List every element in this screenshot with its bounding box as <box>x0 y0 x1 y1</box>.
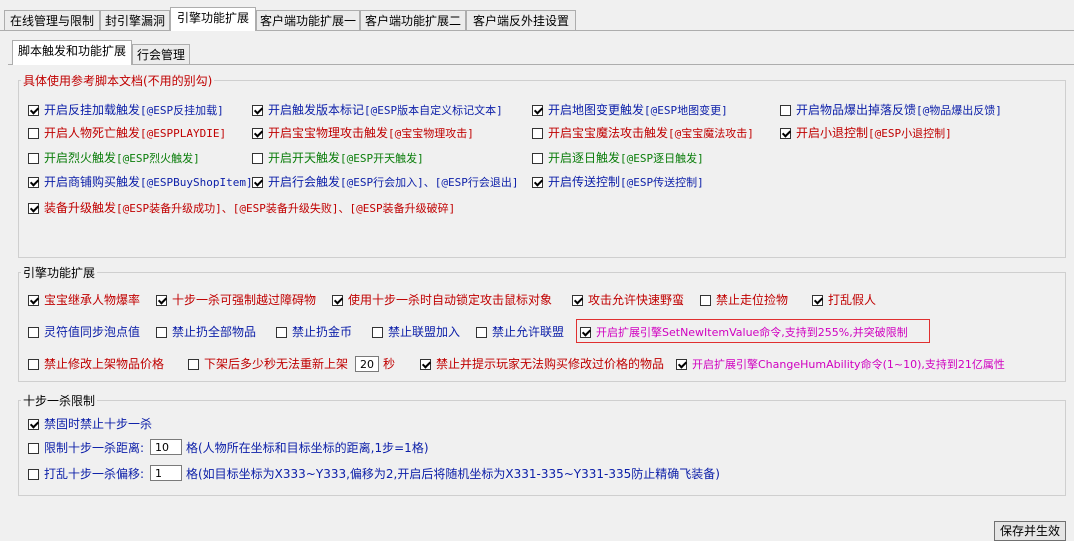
checkbox-no-drop-all-items[interactable]: 禁止扔全部物品 <box>156 324 256 340</box>
checkbox-fast-barbarian[interactable]: 攻击允许快速野蛮 <box>572 292 684 308</box>
checkbox-teleport-control[interactable]: 开启传送控制[@ESP传送控制] <box>532 174 704 190</box>
tab-client-extension-1[interactable]: 客户端功能扩展一 <box>256 10 360 30</box>
checkbox-shuffle-ten-step-offset[interactable]: 打乱十步一杀偏移: <box>28 466 144 482</box>
checkbox-limit-ten-step-distance[interactable]: 限制十步一杀距离: <box>28 440 144 456</box>
checkbox-change-hum-ability[interactable]: 开启扩展引擎ChangeHumAbility命令(1~10),支持到21亿属性 <box>676 356 1005 372</box>
checkbox-sun-trigger[interactable]: 开启逐日触发[@ESP逐日触发] <box>532 150 704 166</box>
tab-engine-extension[interactable]: 引擎功能扩展 <box>170 7 256 31</box>
checkbox-icon[interactable] <box>532 153 543 164</box>
checkbox-icon[interactable] <box>780 128 791 139</box>
checkbox-icon[interactable] <box>532 128 543 139</box>
checkbox-icon[interactable] <box>156 327 167 338</box>
checkbox-no-drop-gold[interactable]: 禁止扔金币 <box>276 324 352 340</box>
tab-panel-border <box>0 30 1074 31</box>
checkbox-no-alliance-join[interactable]: 禁止联盟加入 <box>372 324 460 340</box>
checkbox-icon[interactable] <box>28 128 39 139</box>
checkbox-icon[interactable] <box>28 327 39 338</box>
checkbox-pet-physical-attack[interactable]: 开启宝宝物理攻击触发[@宝宝物理攻击] <box>252 125 474 141</box>
checkbox-icon[interactable] <box>156 295 167 306</box>
checkbox-no-ten-step-when-frozen[interactable]: 禁固时禁止十步一杀 <box>28 416 152 432</box>
checkbox-fire-trigger[interactable]: 开启烈火触发[@ESP烈火触发] <box>28 150 200 166</box>
checkbox-equip-upgrade[interactable]: 装备升级触发[@ESP装备升级成功]、[@ESP装备升级失败]、[@ESP装备升… <box>28 200 455 216</box>
checkbox-shop-buy[interactable]: 开启商铺购买触发[@ESPBuyShopItem] <box>28 174 253 190</box>
checkbox-icon[interactable] <box>532 105 543 116</box>
checkbox-icon[interactable] <box>188 359 199 370</box>
checkbox-icon[interactable] <box>252 128 263 139</box>
tab-guild-management[interactable]: 行会管理 <box>132 44 190 64</box>
checkbox-no-buy-modified-price[interactable]: 禁止并提示玩家无法购买修改过价格的物品 <box>420 356 664 372</box>
subtab-panel-border <box>8 64 1074 65</box>
checkbox-icon[interactable] <box>28 359 39 370</box>
checkbox-icon[interactable] <box>700 295 711 306</box>
checkbox-small-logout-control[interactable]: 开启小退控制[@ESP小退控制] <box>780 125 952 141</box>
checkbox-talisman-sync[interactable]: 灵符值同步泡点值 <box>28 324 140 340</box>
checkbox-relist-delay[interactable]: 下架后多少秒无法重新上架 <box>188 356 348 372</box>
checkbox-version-mark[interactable]: 开启触发版本标记[@ESP版本自定义标记文本] <box>252 102 503 118</box>
checkbox-icon[interactable] <box>28 105 39 116</box>
checkbox-anti-hang-load[interactable]: 开启反挂加载触发[@ESP反挂加载] <box>28 102 224 118</box>
checkbox-icon[interactable] <box>28 419 39 430</box>
checkbox-icon[interactable] <box>28 469 39 480</box>
checkbox-icon[interactable] <box>780 105 791 116</box>
checkbox-no-allow-alliance[interactable]: 禁止允许联盟 <box>476 324 564 340</box>
checkbox-item-drop-feedback[interactable]: 开启物品爆出掉落反馈[@物品爆出反馈] <box>780 102 1002 118</box>
script-trigger-group-title: 具体使用参考脚本文档(不用的别勾) <box>23 74 213 88</box>
tab-client-extension-2[interactable]: 客户端功能扩展二 <box>360 10 466 30</box>
ten-step-offset-input[interactable]: 1 <box>150 465 182 481</box>
checkbox-icon[interactable] <box>28 153 39 164</box>
tab-script-trigger[interactable]: 脚本触发和功能扩展 <box>12 40 132 65</box>
tab-online-management[interactable]: 在线管理与限制 <box>4 10 100 30</box>
checkbox-icon[interactable] <box>28 443 39 454</box>
checkbox-shuffle-bots[interactable]: 打乱假人 <box>812 292 876 308</box>
ten-step-distance-hint: 格(人物所在坐标和目标坐标的距离,1步=1格) <box>186 441 429 455</box>
checkbox-pet-magic-attack[interactable]: 开启宝宝魔法攻击触发[@宝宝魔法攻击] <box>532 125 754 141</box>
relist-delay-input[interactable]: 20 <box>355 356 379 372</box>
checkbox-player-die[interactable]: 开启人物死亡触发[@ESPPLAYDIE] <box>28 125 226 141</box>
checkbox-icon[interactable] <box>28 295 39 306</box>
ten-step-limit-group-title: 十步一杀限制 <box>23 394 96 408</box>
checkbox-icon[interactable] <box>476 327 487 338</box>
checkbox-icon[interactable] <box>252 153 263 164</box>
checkbox-pet-inherit-drop[interactable]: 宝宝继承人物爆率 <box>28 292 140 308</box>
checkbox-no-modify-listing-price[interactable]: 禁止修改上架物品价格 <box>28 356 164 372</box>
ten-step-offset-hint: 格(如目标坐标为X333~Y333,偏移为2,开启后将随机坐标为X331-335… <box>186 467 720 481</box>
checkbox-icon[interactable] <box>812 295 823 306</box>
checkbox-ten-step-auto-lock[interactable]: 使用十步一杀时自动锁定攻击鼠标对象 <box>332 292 552 308</box>
checkbox-icon[interactable] <box>28 177 39 188</box>
checkbox-guild-trigger[interactable]: 开启行会触发[@ESP行会加入]、[@ESP行会退出] <box>252 174 519 190</box>
checkbox-icon[interactable] <box>28 203 39 214</box>
tab-anti-cheat[interactable]: 客户端反外挂设置 <box>466 10 576 30</box>
checkbox-icon[interactable] <box>676 359 687 370</box>
checkbox-ten-step-through-obstacle[interactable]: 十步一杀可强制越过障碍物 <box>156 292 316 308</box>
checkbox-set-new-item-value[interactable]: 开启扩展引擎SetNewItemValue命令,支持到255%,并突破限制 <box>580 324 908 340</box>
checkbox-icon[interactable] <box>332 295 343 306</box>
checkbox-icon[interactable] <box>532 177 543 188</box>
checkbox-sky-trigger[interactable]: 开启开天触发[@ESP开天触发] <box>252 150 424 166</box>
checkbox-no-move-pickup[interactable]: 禁止走位捡物 <box>700 292 788 308</box>
checkbox-icon[interactable] <box>276 327 287 338</box>
checkbox-icon[interactable] <box>420 359 431 370</box>
checkbox-map-change[interactable]: 开启地图变更触发[@ESP地图变更] <box>532 102 728 118</box>
save-button[interactable]: 保存并生效 <box>994 521 1066 541</box>
relist-delay-unit: 秒 <box>383 357 396 371</box>
checkbox-icon[interactable] <box>252 177 263 188</box>
checkbox-icon[interactable] <box>372 327 383 338</box>
engine-extension-group-title: 引擎功能扩展 <box>23 266 96 280</box>
ten-step-distance-input[interactable]: 10 <box>150 439 182 455</box>
checkbox-icon[interactable] <box>580 327 591 338</box>
checkbox-icon[interactable] <box>252 105 263 116</box>
checkbox-icon[interactable] <box>572 295 583 306</box>
tab-engine-bugs[interactable]: 封引擎漏洞 <box>100 10 170 30</box>
